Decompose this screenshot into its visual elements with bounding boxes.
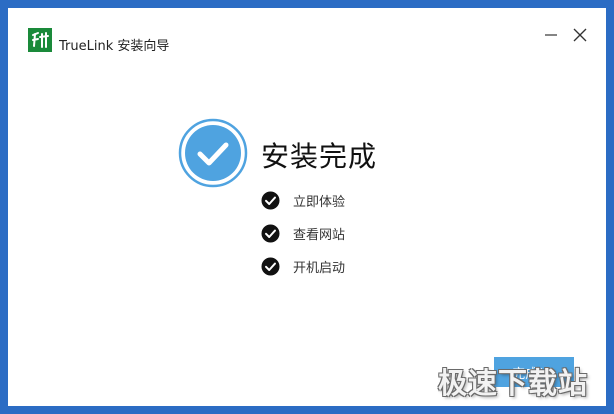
option-launch-now[interactable]: 立即体验 [261,190,345,210]
option-label: 查看网站 [293,227,346,243]
minimize-icon [545,34,557,36]
truelink-logo-icon [28,28,52,52]
checked-icon[interactable] [261,191,280,210]
close-button[interactable] [569,24,591,46]
installer-window: TrueLink 安装向导 安装完成 立即体验 查看网站 开机启动 完成(F) [8,8,606,406]
option-start-on-boot[interactable]: 开机启动 [261,256,345,276]
finish-button[interactable]: 完成(F) [494,357,574,387]
option-view-website[interactable]: 查看网站 [261,223,345,243]
close-icon [573,28,587,42]
install-complete-title: 安装完成 [261,140,378,173]
title-bar: TrueLink 安装向导 [8,8,606,68]
option-label: 立即体验 [293,194,346,210]
option-label: 开机启动 [293,260,346,276]
checked-icon[interactable] [261,224,280,243]
minimize-button[interactable] [540,24,562,46]
window-title: TrueLink 安装向导 [59,39,170,54]
check-circle-icon [178,118,248,188]
checked-icon[interactable] [261,257,280,276]
